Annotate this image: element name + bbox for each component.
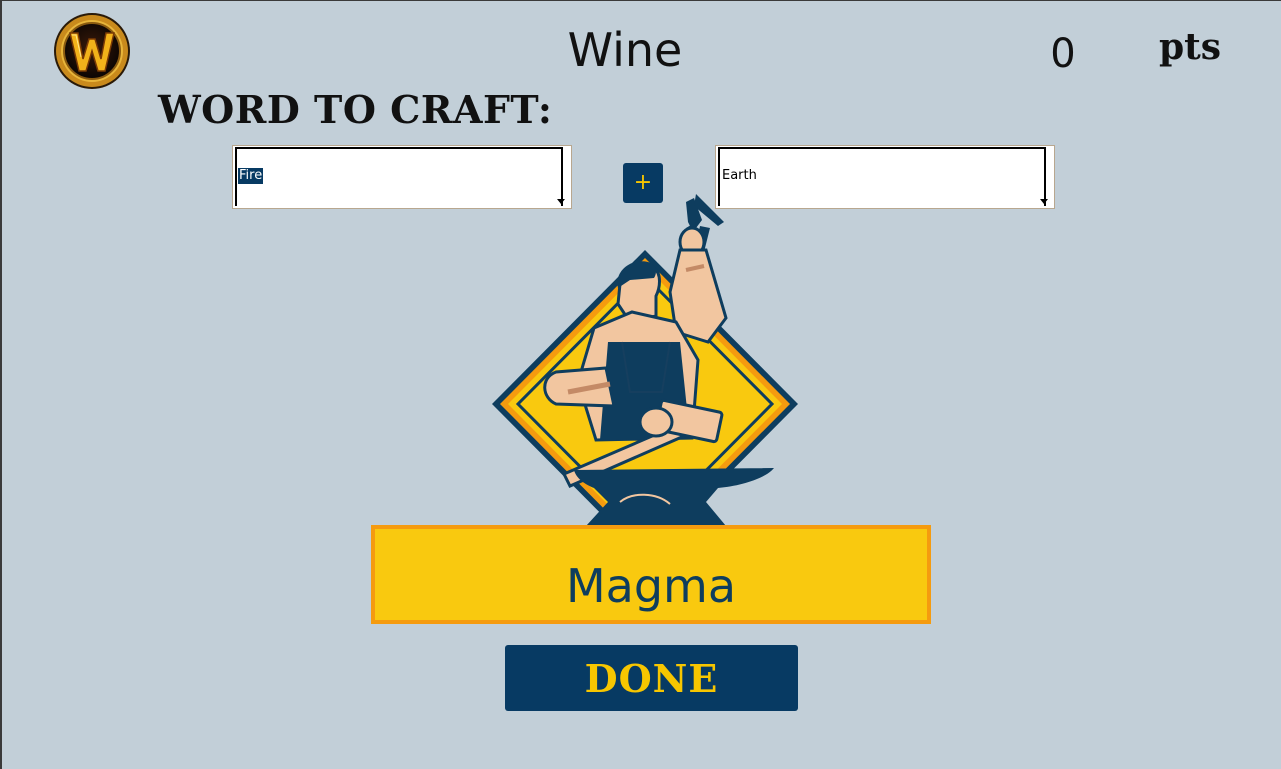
word-to-craft-label: WORD TO CRAFT:	[158, 87, 553, 132]
select-scrollbar[interactable]	[1044, 147, 1052, 206]
score-value: 0	[1050, 31, 1076, 77]
chevron-down-icon[interactable]	[1040, 199, 1048, 204]
right-selected-option[interactable]: Earth	[721, 168, 758, 184]
window-frame-left	[0, 0, 2, 769]
crafted-result-box: Magma	[371, 525, 931, 624]
target-word: Wine	[567, 23, 683, 77]
warcraft-w-logo-icon	[52, 11, 132, 91]
window-frame-top	[0, 0, 1281, 1]
left-selected-option[interactable]: Fire	[238, 168, 264, 184]
score-unit-label: pts	[1158, 26, 1222, 68]
done-button[interactable]: DONE	[505, 645, 798, 711]
blacksmith-anvil-icon	[480, 192, 810, 558]
